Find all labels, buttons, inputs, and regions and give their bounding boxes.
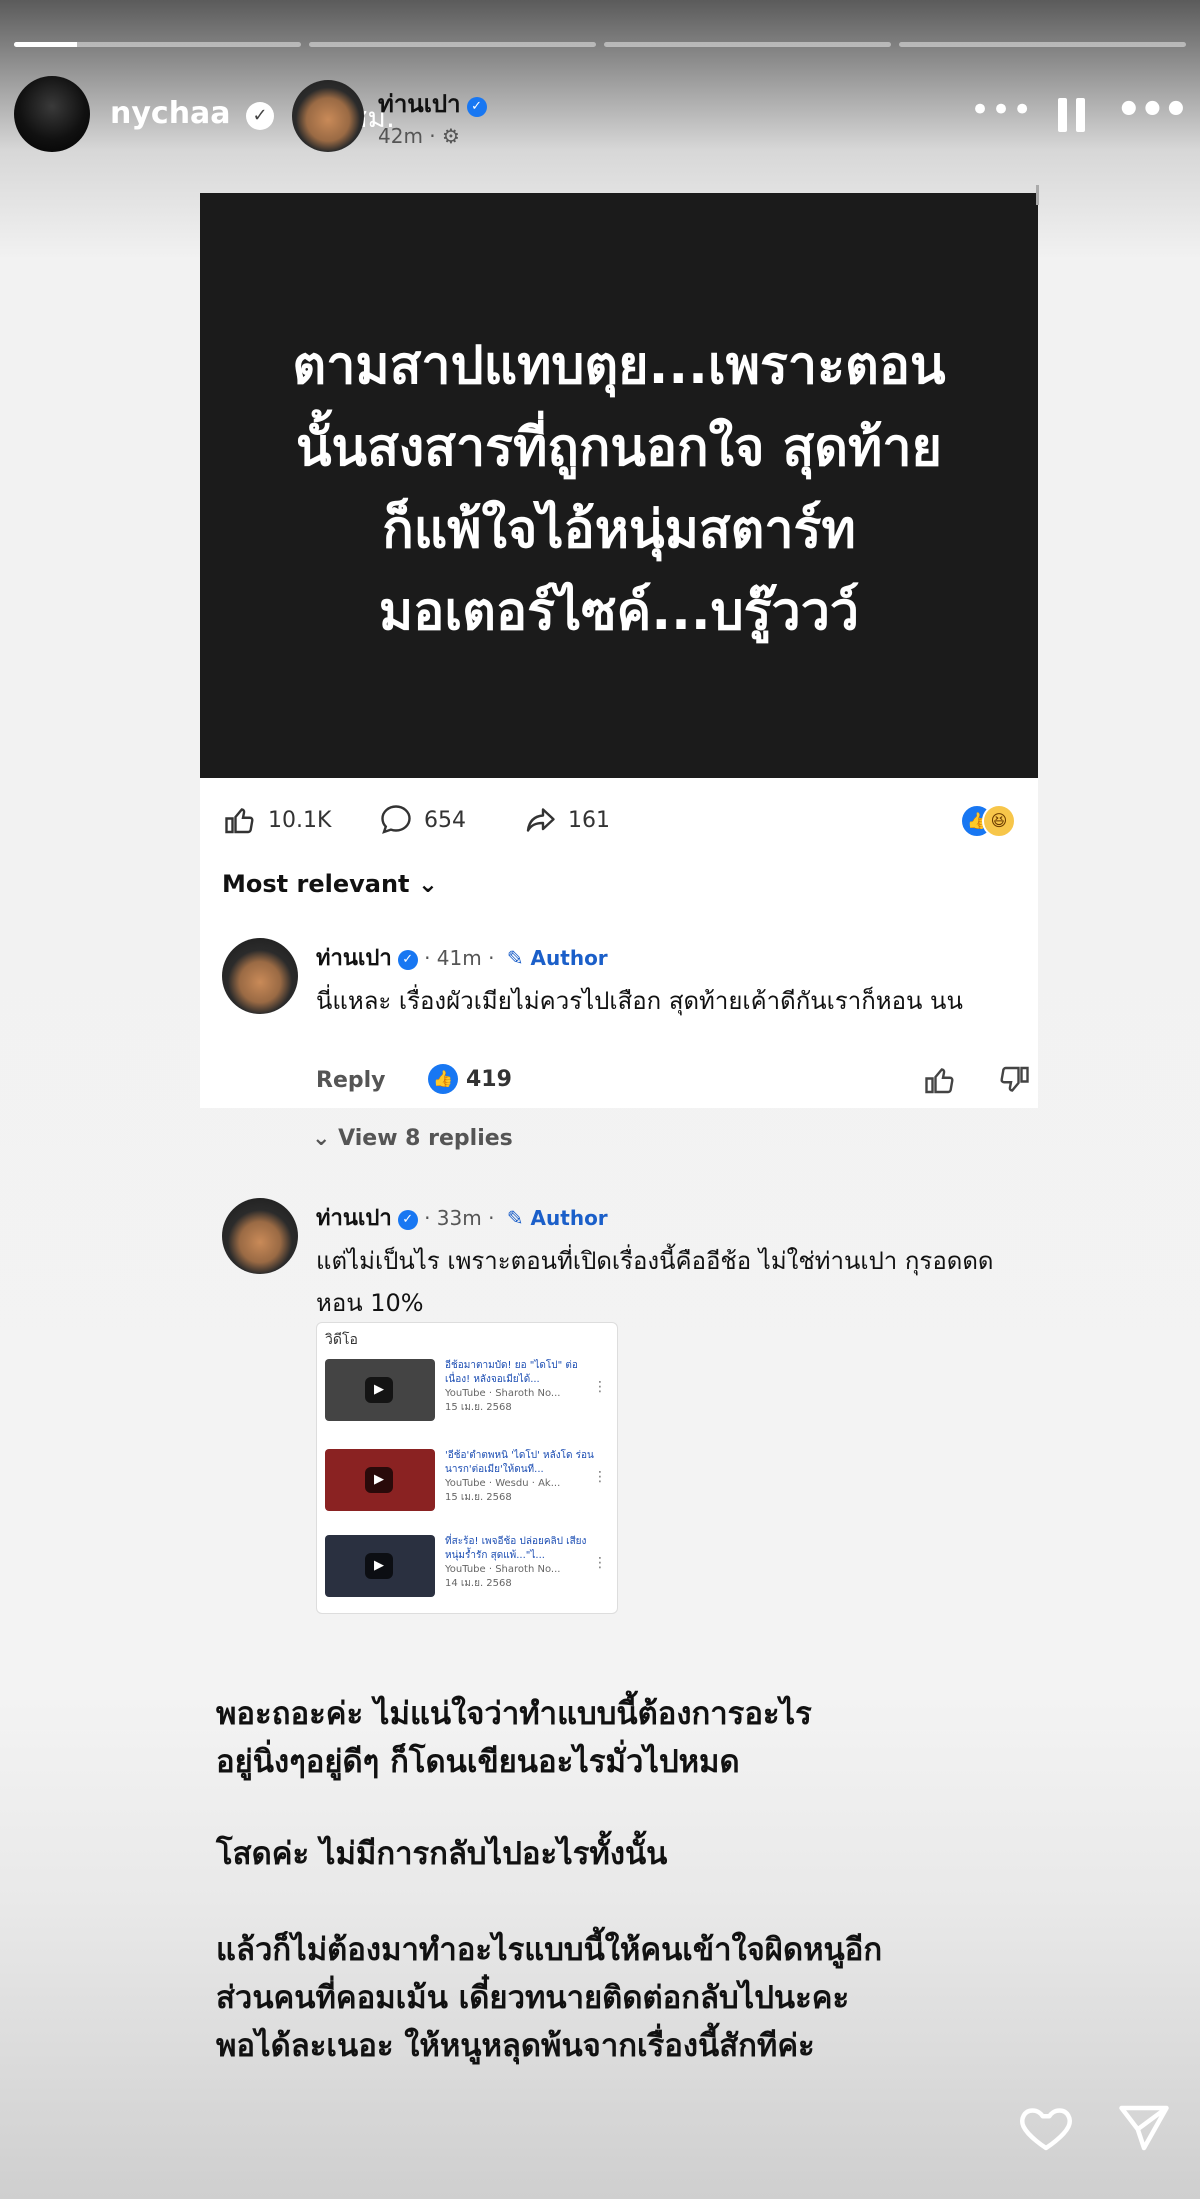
more-icon: ⋮ xyxy=(593,1469,607,1485)
video-date: 15 เม.ย. 2568 xyxy=(445,1402,512,1413)
story-caption-line: ส่วนคนที่คอมเม้น เดี๋ยวทนายติดต่อกลับไปน… xyxy=(216,1980,850,2016)
video-info: 'อีช้อ'ตำตพหนิ 'ไดโป' หลังโด ร่อนนารก'ต่… xyxy=(445,1449,595,1505)
video-title: ที่สะร้อ! เพจอีช้อ ปล่อยคลิป เสียงหนุ่มร… xyxy=(445,1536,587,1561)
reaction-count: 419 xyxy=(466,1066,512,1092)
more-icon: ⋮ xyxy=(593,1555,607,1571)
comment-stat: 654 xyxy=(378,798,466,842)
avatar[interactable] xyxy=(14,76,90,152)
video-info: อีช้อมาตามบัด! ยอ "ไดโป" ต่อเนื่อง! หลัง… xyxy=(445,1359,595,1415)
post-line: ตามสาปแทบตุย...เพราะตอน xyxy=(292,336,946,396)
fb-page-avatar xyxy=(292,80,364,152)
comment-actions: Reply 👍 419 xyxy=(316,1062,1029,1102)
thumbs-up-icon xyxy=(925,1068,954,1094)
progress-segment xyxy=(604,42,891,47)
like-reaction-icon: 👍 xyxy=(428,1064,458,1094)
like-stat: 10.1K xyxy=(222,798,331,842)
fb-post-meta: 42m · ⚙ xyxy=(378,124,460,148)
comment-header: ท่านเปา ✓ · 33m · ✎ Author xyxy=(316,1200,608,1235)
comment-sort: Most relevant ⌄ xyxy=(222,870,438,898)
video-title: 'อีช้อ'ตำตพหนิ 'ไดโป' หลังโด ร่อนนารก'ต่… xyxy=(445,1450,594,1475)
video-thumbnail: ▶ xyxy=(325,1535,435,1597)
heart-icon[interactable] xyxy=(1016,2098,1076,2158)
video-date: 15 เม.ย. 2568 xyxy=(445,1492,512,1503)
comment-reactions: 👍 419 xyxy=(428,1064,512,1094)
story-viewer: nychaa ✓ 10 ชม. ••• ••• ท่านเปา✓ 42m · ⚙… xyxy=(0,0,1200,2199)
menu-button[interactable]: ••• xyxy=(1116,88,1189,138)
post-line: นั้นสงสารที่ถูกนอกใจ สุดท้าย xyxy=(295,418,942,478)
video-source: YouTube · Sharoth No... xyxy=(445,1388,561,1399)
play-icon: ▶ xyxy=(365,1553,393,1579)
video-thumbnail: ▶ xyxy=(325,1359,435,1421)
video-source: YouTube · Sharoth No... xyxy=(445,1564,561,1575)
fb-post-image: ตามสาปแทบตุย...เพราะตอน นั้นสงสารที่ถูกน… xyxy=(200,193,1038,778)
commenter-name: ท่านเปา xyxy=(316,1206,392,1231)
commenter-name: ท่านเปา xyxy=(316,946,392,971)
story-caption-line: แล้วก็ไม่ต้องมาทำอะไรแบบนี้ให้คนเข้าใจผิ… xyxy=(216,1932,883,1968)
video-item: ▶ อีช้อมาตามบัด! ยอ "ไดโป" ต่อเนื่อง! หล… xyxy=(325,1359,609,1429)
story-header: nychaa ✓ 10 ชม. ••• ••• xyxy=(14,76,1189,156)
comment-count: 654 xyxy=(424,807,466,833)
progress-segment xyxy=(14,42,301,47)
video-info: ที่สะร้อ! เพจอีช้อ ปล่อยคลิป เสียงหนุ่มร… xyxy=(445,1535,595,1591)
reply-button: Reply xyxy=(316,1068,386,1093)
more-icon: ⋮ xyxy=(593,1379,607,1395)
author-badge: ✎ Author xyxy=(506,946,608,970)
progress-segment xyxy=(309,42,596,47)
view-replies-link: ⌄ View 8 replies xyxy=(312,1126,513,1151)
comment-time: · 33m · xyxy=(424,1206,495,1230)
video-item: ▶ 'อีช้อ'ตำตพหนิ 'ไดโป' หลังโด ร่อนนารก'… xyxy=(325,1449,609,1519)
haha-reaction-icon: 😆 xyxy=(982,804,1016,838)
video-thumbnail: ▶ xyxy=(325,1449,435,1511)
fb-page-name: ท่านเปา ✓ xyxy=(378,84,487,123)
post-line: ก็แพ้ใจไอ้หนุ่มสตาร์ท xyxy=(382,500,856,560)
story-caption-line: พอได้ละเนอะ ให้หนูหลุดพ้นจากเรื่องนี้สัก… xyxy=(216,2028,815,2064)
comment-text: นี่แหละ เรื่องผัวเมียไม่ควรไปเสือก สุดท้… xyxy=(316,987,963,1015)
more-options-button[interactable]: ••• xyxy=(970,88,1032,138)
video-results-card: วิดีโอ ▶ อีช้อมาตามบัด! ยอ "ไดโป" ต่อเนื… xyxy=(316,1322,618,1614)
play-icon: ▶ xyxy=(365,1377,393,1403)
comment-item: ท่านเปา ✓ · 41m · ✎ Author นี่แหละ เรื่อง… xyxy=(222,938,1029,1108)
post-line: มอเตอร์ไซค์...บรู๊ววว์ xyxy=(378,582,860,642)
story-caption-line: โสดค่ะ ไม่มีการกลับไปอะไรทั้งนั้น xyxy=(216,1836,668,1872)
verified-badge-icon: ✓ xyxy=(397,1210,418,1230)
video-item: ▶ ที่สะร้อ! เพจอีช้อ ปล่อยคลิป เสียงหนุ่… xyxy=(325,1535,609,1605)
share-stat: 161 xyxy=(522,798,610,842)
thumbs-down-icon xyxy=(1000,1066,1029,1092)
author-badge: ✎ Author xyxy=(506,1206,608,1230)
verified-icon: ✓ xyxy=(246,102,274,130)
story-caption-line: พอะถอะค่ะ ไม่แน่ใจว่าทำแบบนี้ต้องการอะไร xyxy=(216,1696,812,1732)
video-date: 14 เม.ย. 2568 xyxy=(445,1578,512,1589)
send-icon[interactable] xyxy=(1114,2098,1174,2158)
progress-fill xyxy=(14,42,78,47)
video-source: YouTube · Wesdu · Ak... xyxy=(445,1478,561,1489)
share-count: 161 xyxy=(568,807,610,833)
scrollbar xyxy=(1036,185,1039,205)
reaction-icons: 👍 😆 xyxy=(960,804,1016,838)
story-progress xyxy=(14,42,1186,47)
progress-segment xyxy=(899,42,1186,47)
comment-text: แต่ไม่เป็นไร เพราะตอนที่เปิดเรื่องนี้คือ… xyxy=(316,1247,994,1317)
comment-time: · 41m · xyxy=(424,946,495,970)
fb-post-text: ตามสาปแทบตุย...เพราะตอน นั้นสงสารที่ถูกน… xyxy=(200,325,1038,653)
like-count: 10.1K xyxy=(268,807,332,833)
fb-post-header: ท่านเปา ✓ 42m · ⚙ xyxy=(292,80,592,160)
username[interactable]: nychaa xyxy=(110,96,231,131)
comment-item: ท่านเปา ✓ · 33m · ✎ Author แต่ไม่เป็นไร เ… xyxy=(222,1198,1022,1318)
verified-badge-icon: ✓ xyxy=(466,97,487,117)
video-title: อีช้อมาตามบัด! ยอ "ไดโป" ต่อเนื่อง! หลัง… xyxy=(445,1360,578,1385)
share-icon xyxy=(526,808,555,832)
comment-header: ท่านเปา ✓ · 41m · ✎ Author xyxy=(316,940,608,975)
story-caption-line: อยู่นิ่งๆอยู่ดีๆ ก็โดนเขียนอะไรมั่วไปหมด xyxy=(216,1744,740,1780)
fb-post-stats: 10.1K 654 161 👍 😆 xyxy=(222,798,1022,842)
verified-badge-icon: ✓ xyxy=(397,950,418,970)
play-icon: ▶ xyxy=(365,1467,393,1493)
video-section-title: วิดีโอ xyxy=(325,1332,358,1348)
pause-icon[interactable] xyxy=(1044,88,1100,138)
commenter-avatar xyxy=(222,1198,298,1274)
thumbs-up-icon xyxy=(225,808,254,834)
commenter-avatar xyxy=(222,938,298,1014)
comment-icon xyxy=(381,805,411,834)
